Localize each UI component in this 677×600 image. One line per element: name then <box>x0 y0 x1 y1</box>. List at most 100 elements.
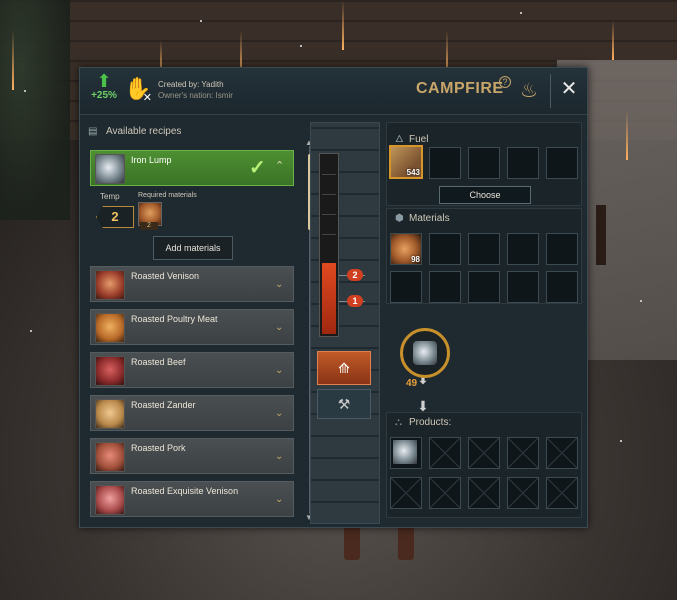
product-slot-iron-lump[interactable] <box>390 437 422 469</box>
recipe-item-roasted-poultry-meat[interactable]: Roasted Poultry Meat ⌄ <box>90 309 294 345</box>
choose-fuel-button[interactable]: Choose <box>439 186 531 204</box>
help-icon[interactable]: ? <box>499 76 511 88</box>
product-slot-locked <box>429 477 461 509</box>
crafting-result-ring <box>400 328 450 378</box>
recipe-item-iron-lump[interactable]: Iron Lump ✓ ⌃ <box>90 150 294 186</box>
arrow-down-icon: ⬇ <box>417 398 429 414</box>
product-slot-locked <box>390 477 422 509</box>
snowflake <box>200 20 202 22</box>
iron-lump-icon <box>95 154 125 184</box>
recipe-item-roasted-exquisite-venison[interactable]: Roasted Exquisite Venison ⌄ <box>90 481 294 517</box>
fuel-slot-firewood[interactable]: 543 <box>389 145 423 179</box>
iron-lump-icon <box>413 341 437 365</box>
x-icon: ✕ <box>142 92 152 104</box>
material-slot-empty[interactable] <box>546 271 578 303</box>
gauge-segment <box>322 214 336 215</box>
recipe-item-roasted-venison[interactable]: Roasted Venison ⌄ <box>90 266 294 302</box>
chevron-down-icon[interactable]: ⌄ <box>275 279 283 290</box>
owner-nation-text: Owner's nation: Ismir <box>158 91 233 100</box>
sack-icon: ⛬ <box>395 417 402 428</box>
recipe-item-roasted-pork[interactable]: Roasted Pork ⌄ <box>90 438 294 474</box>
product-slot-locked <box>429 437 461 469</box>
material-slot-empty[interactable] <box>429 233 461 265</box>
bellows-icon: ⟰ <box>338 360 350 376</box>
window-title: CAMPFIRE <box>416 80 504 97</box>
fuel-slot-empty[interactable] <box>468 147 500 179</box>
snowflake <box>640 300 642 302</box>
roasted-exquisite-venison-icon <box>95 485 125 515</box>
snowflake <box>300 45 302 47</box>
boost-percent: +25% <box>91 90 117 101</box>
marker-label: 1 <box>347 295 363 307</box>
scroll-icon: ▤ <box>88 126 98 137</box>
materials-section: ⬢ Materials 98 <box>386 208 582 304</box>
recipe-name: Roasted Venison <box>131 271 200 281</box>
snowflake <box>620 440 622 442</box>
material-slot-empty[interactable] <box>507 233 539 265</box>
snowflake <box>30 330 32 332</box>
recipe-item-roasted-beef[interactable]: Roasted Beef ⌄ <box>90 352 294 388</box>
roasted-pork-icon <box>95 442 125 472</box>
add-materials-button[interactable]: Add materials <box>153 236 233 260</box>
recipe-name: Roasted Beef <box>131 357 186 367</box>
product-slot-locked <box>546 437 578 469</box>
owner-hand-icon: ✋ ✕ <box>124 76 152 104</box>
materials-heading-label: Materials <box>409 213 450 224</box>
material-slot-empty[interactable] <box>468 271 500 303</box>
roasted-venison-icon <box>95 270 125 300</box>
character-legs <box>344 522 416 562</box>
product-slot-locked <box>507 437 539 469</box>
ember-spark <box>342 0 344 50</box>
tools-icon: ⚒ <box>337 396 351 412</box>
materials-heading: ⬢ Materials <box>395 213 450 224</box>
chevron-down-icon[interactable]: ⌄ <box>275 451 283 462</box>
gauge-segment <box>322 194 336 195</box>
material-slot-empty[interactable] <box>429 271 461 303</box>
recipe-list-panel: ▤ Available recipes Iron Lump ✓ ⌃ Temp 2 … <box>88 122 313 522</box>
recipes-heading-label: Available recipes <box>106 126 182 137</box>
recipe-item-roasted-zander[interactable]: Roasted Zander ⌄ <box>90 395 294 431</box>
campfire-icon: ♨ <box>520 80 538 102</box>
result-count: 49 <box>406 378 418 389</box>
roasted-zander-icon <box>95 399 125 429</box>
roasted-beef-icon <box>95 356 125 386</box>
extinguish-button[interactable]: ⚒ <box>317 389 371 419</box>
product-slot-locked <box>468 477 500 509</box>
material-slot-empty[interactable] <box>507 271 539 303</box>
recipe-name: Roasted Pork <box>131 443 186 453</box>
arrow-up-icon: ⬆ <box>96 71 112 91</box>
fuel-heading-label: Fuel <box>409 134 429 145</box>
required-materials-label: Required materials <box>138 192 197 199</box>
fuel-slot-empty[interactable] <box>546 147 578 179</box>
product-slot-locked <box>468 437 500 469</box>
recipe-name: Iron Lump <box>131 155 172 165</box>
gauge-segment <box>322 174 336 175</box>
product-slot-locked <box>507 477 539 509</box>
chevron-down-icon[interactable]: ⌄ <box>275 494 283 505</box>
material-slot-empty[interactable] <box>468 233 500 265</box>
ignite-button[interactable]: ⟰ <box>317 351 371 385</box>
header-divider <box>550 74 551 108</box>
heat-gauge-fill <box>322 262 336 334</box>
fuel-slot-empty[interactable] <box>507 147 539 179</box>
heat-gauge <box>319 153 339 337</box>
temp-label: Temp <box>100 192 120 201</box>
recipes-heading: ▤ Available recipes <box>88 126 181 137</box>
material-slot-ore[interactable]: 98 <box>390 233 422 265</box>
chevron-down-icon[interactable]: ⌄ <box>275 408 283 419</box>
fuel-slot-empty[interactable] <box>429 147 461 179</box>
ember-spark <box>612 20 614 60</box>
material-slot-empty[interactable] <box>390 271 422 303</box>
crafting-window: ⬆ +25% ✋ ✕ Created by: Yadith Owner's nat… <box>79 67 588 528</box>
close-icon[interactable]: ✕ <box>558 78 580 100</box>
fuel-section: 🜂 Fuel 543 Choose <box>386 122 582 206</box>
chevron-up-icon[interactable]: ⌃ <box>275 159 284 172</box>
marker-label: 2 <box>347 269 363 281</box>
products-section: ⛬ Products: <box>386 412 582 518</box>
crafting-boost-indicator: ⬆ +25% <box>88 72 120 108</box>
temp-value: 2 <box>96 206 134 228</box>
material-slot-empty[interactable] <box>546 233 578 265</box>
chevron-down-icon[interactable]: ⌄ <box>275 365 283 376</box>
created-by-text: Created by: Yadith <box>158 80 224 89</box>
chevron-down-icon[interactable]: ⌄ <box>275 322 283 333</box>
